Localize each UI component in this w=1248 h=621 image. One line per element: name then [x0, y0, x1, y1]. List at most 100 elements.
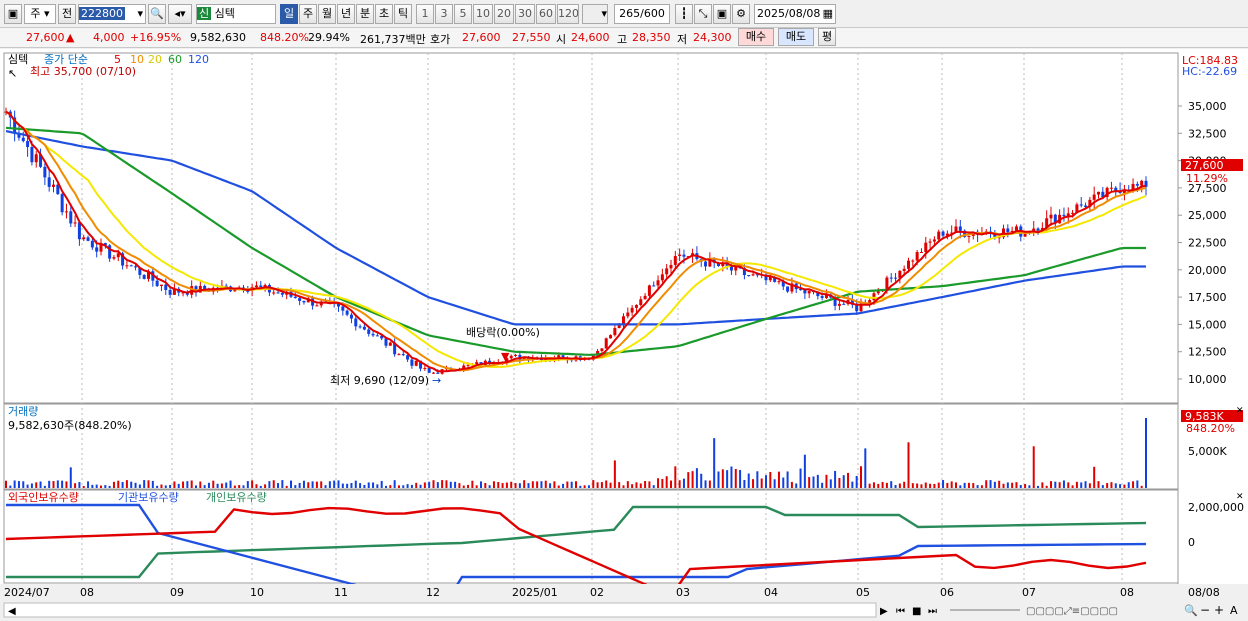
volume-bar	[108, 485, 111, 488]
period-month-button[interactable]: 월	[318, 4, 336, 24]
volume-bar	[708, 480, 711, 488]
volume-bar	[881, 481, 884, 488]
volume-bar	[1097, 481, 1100, 488]
candle	[704, 261, 708, 267]
candle	[21, 137, 25, 142]
candle	[600, 348, 604, 351]
volume-bar	[359, 483, 362, 488]
candle	[665, 268, 669, 275]
volume-bar	[898, 483, 901, 488]
volume-bar	[648, 481, 651, 488]
rewind-icon[interactable]: ⏮	[896, 606, 905, 617]
stock-chart[interactable]: 35,00032,50030,00027,50025,00022,50020,0…	[0, 49, 1248, 621]
chart-scrollbar[interactable]	[3, 602, 877, 618]
volume-bar	[1045, 485, 1048, 488]
avg-button[interactable]: 평	[818, 28, 836, 46]
tools-icons[interactable]: ▢▢▢▢⤢≡▢▢▢▢	[1026, 606, 1118, 617]
candle	[807, 290, 811, 294]
candle	[90, 240, 94, 248]
gear-icon[interactable]: ⚙	[732, 4, 750, 24]
zoom-icon[interactable]: 🔍	[1184, 603, 1198, 617]
interval-60-button[interactable]: 60	[536, 4, 556, 24]
candle	[52, 184, 55, 187]
volume-bar	[177, 483, 180, 488]
candle	[298, 298, 302, 301]
window-icon[interactable]: ▣	[4, 4, 22, 24]
market-select[interactable]: 주 ▾	[24, 4, 56, 24]
volume-bar	[890, 481, 893, 488]
zoom-in-icon[interactable]: +	[1214, 603, 1224, 617]
interval-5-button[interactable]: 5	[454, 4, 472, 24]
x-tick-label: 08	[1120, 586, 1134, 599]
prev-button[interactable]: 전	[58, 4, 76, 24]
candle-icon[interactable]: ┇	[675, 4, 693, 24]
volume-bar	[1041, 482, 1044, 488]
forward-icon[interactable]: ⏭	[928, 606, 937, 617]
candle	[609, 335, 613, 339]
period-tick-button[interactable]: 틱	[394, 4, 412, 24]
volume-bar	[860, 466, 862, 488]
interval-10-button[interactable]: 10	[473, 4, 493, 24]
candle	[967, 235, 971, 237]
candle	[423, 367, 427, 369]
candle	[872, 293, 876, 301]
search-icon[interactable]: 🔍	[148, 4, 166, 24]
panel-close-icon[interactable]: ✕	[1236, 406, 1244, 416]
volume-bar	[972, 483, 975, 488]
candle	[142, 274, 146, 279]
period-minute-button[interactable]: 분	[356, 4, 374, 24]
interval-20-button[interactable]: 20	[494, 4, 514, 24]
volume-bar	[963, 482, 966, 488]
volume-bar	[432, 480, 435, 488]
panel-close-icon[interactable]: ✕	[1236, 492, 1244, 502]
zoom-out-icon[interactable]: −	[1200, 603, 1210, 617]
volume-bar	[346, 483, 349, 488]
interval-1-button[interactable]: 1	[416, 4, 434, 24]
volume-bar	[600, 482, 603, 488]
volume-bar	[747, 473, 750, 488]
stock-name-field[interactable]: 신 심텍	[196, 4, 276, 24]
scroll-right-icon[interactable]: ▶	[880, 606, 888, 617]
volume-bar	[492, 481, 495, 488]
interval-120-button[interactable]: 120	[557, 4, 579, 24]
volume-bar	[30, 483, 33, 488]
volume-bar	[415, 482, 418, 488]
volume-bar	[441, 480, 444, 488]
volume-bar	[929, 483, 932, 488]
volume-bar	[207, 482, 210, 488]
sell-button[interactable]: 매도	[778, 28, 814, 46]
scroll-left-icon[interactable]: ◀	[8, 606, 16, 617]
volume-bar	[1006, 482, 1009, 488]
code-input[interactable]: 222800 ▾	[78, 4, 146, 24]
date-input[interactable]: 2025/08/08 ▦	[754, 4, 836, 24]
volume-bar	[877, 483, 880, 488]
interval-dropdown[interactable]: ▾	[582, 4, 608, 24]
interval-30-button[interactable]: 30	[515, 4, 535, 24]
volume-bar	[324, 485, 327, 488]
volume-bar	[812, 476, 815, 488]
candle	[630, 307, 634, 313]
volume-bar	[48, 480, 51, 488]
interval-3-button[interactable]: 3	[435, 4, 453, 24]
volume-bar	[160, 484, 163, 488]
x-right-label: 08/08	[1188, 586, 1220, 599]
candle	[751, 274, 755, 276]
period-second-button[interactable]: 초	[375, 4, 393, 24]
legend-ma20: 20	[148, 53, 162, 66]
stop-icon[interactable]: ■	[912, 606, 921, 617]
sound-icon[interactable]: ◂▾	[168, 4, 192, 24]
period-year-button[interactable]: 년	[337, 4, 355, 24]
candle	[894, 277, 898, 279]
buy-button[interactable]: 매수	[738, 28, 774, 46]
font-size-icon[interactable]: A	[1230, 604, 1238, 617]
volume-bar	[61, 480, 64, 488]
compare-icon[interactable]: ⤡	[694, 4, 712, 24]
period-day-button[interactable]: 일	[280, 4, 298, 24]
save-icon[interactable]: ▣	[713, 4, 731, 24]
volume-bar	[816, 474, 819, 488]
volume-bar	[933, 483, 936, 488]
period-week-button[interactable]: 주	[299, 4, 317, 24]
count-input[interactable]: 265/600	[614, 4, 670, 24]
volume-bar	[786, 471, 789, 488]
volume-bar	[657, 478, 660, 488]
